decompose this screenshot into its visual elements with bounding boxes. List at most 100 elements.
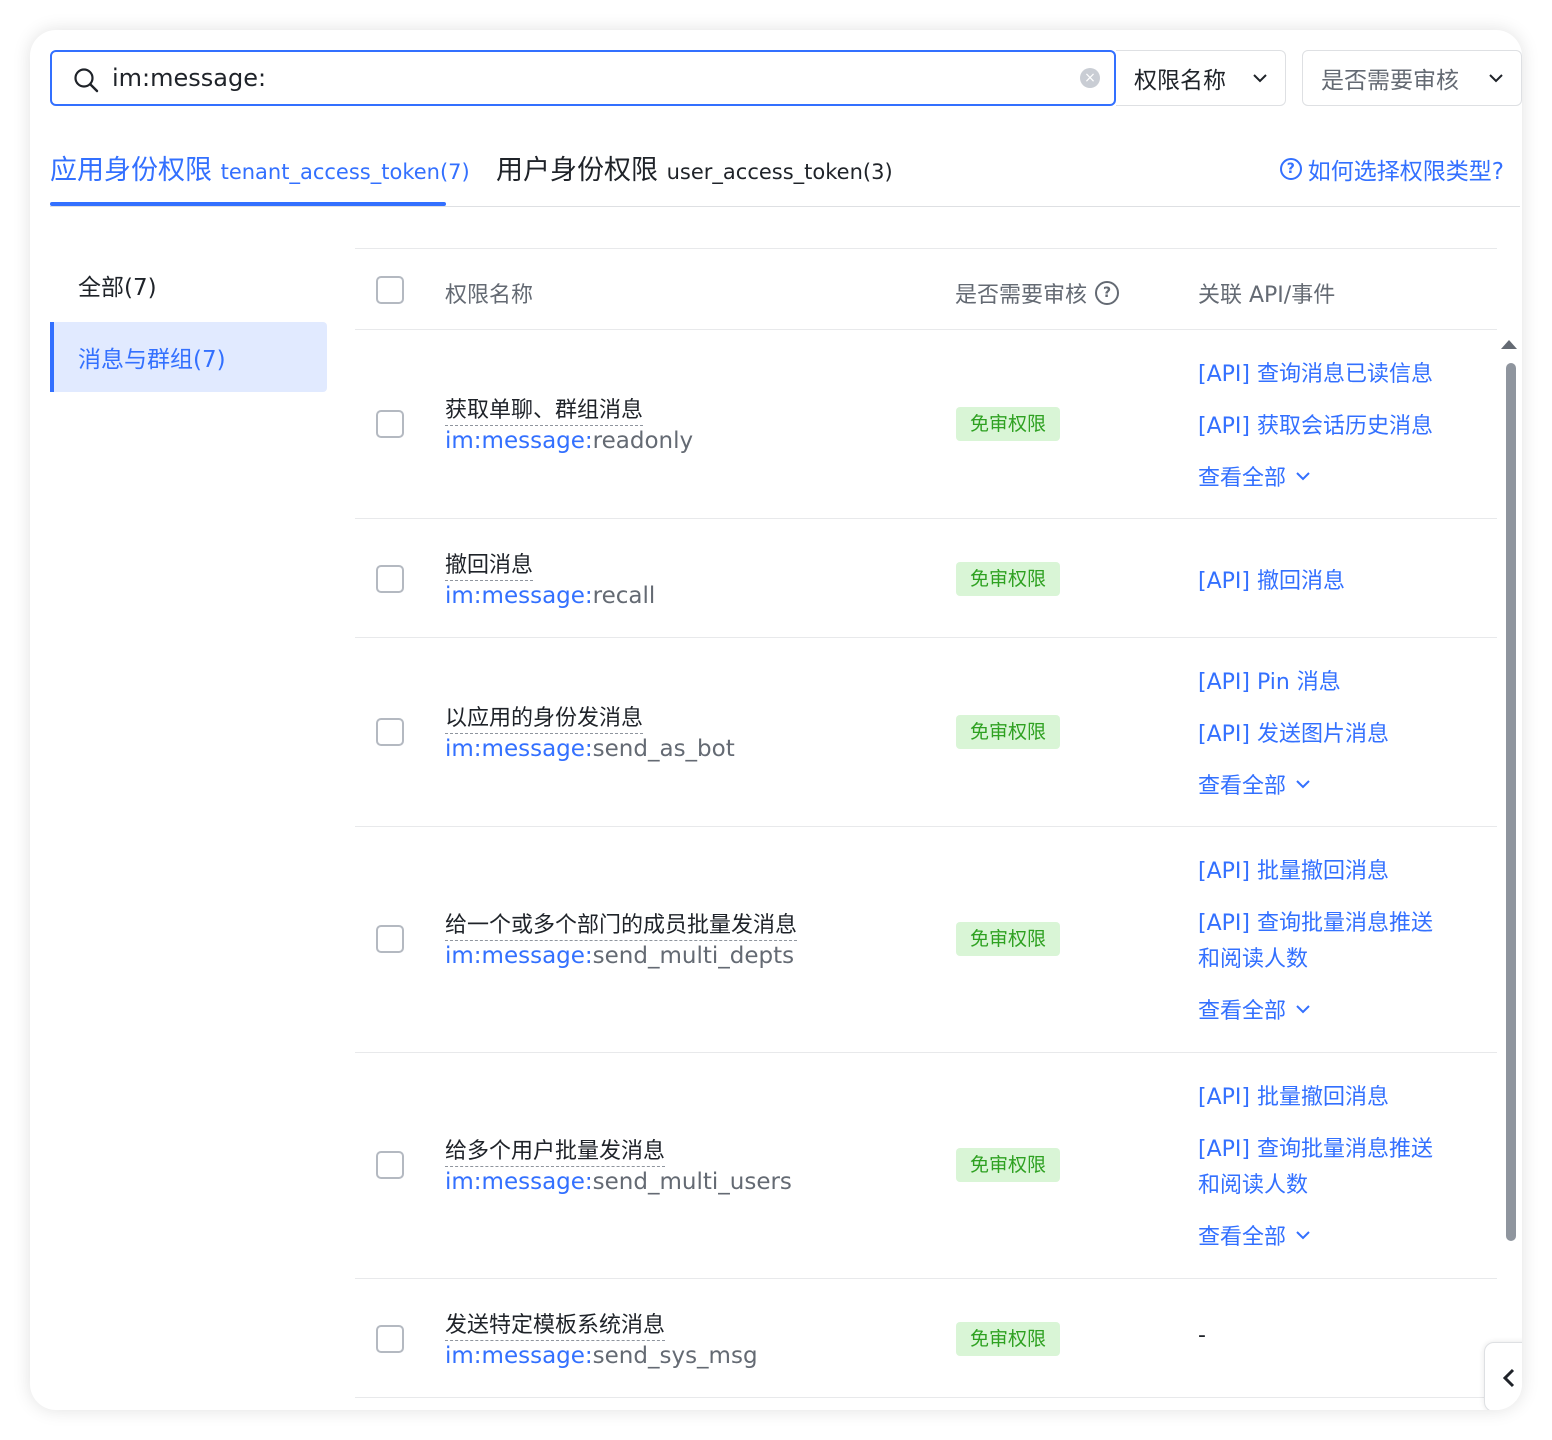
collapse-button[interactable] [1484,1342,1522,1410]
view-all-button[interactable]: 查看全部 [1198,768,1312,800]
permission-scope: im:message:send_sys_msg [445,1343,758,1369]
chevron-left-icon [1502,1368,1515,1388]
permission-title: 发送特定模板系统消息 [445,1307,666,1341]
api-link-continued[interactable]: 和阅读人数 [1198,941,1308,973]
chevron-down-icon [1253,74,1267,83]
view-all-button[interactable]: 查看全部 [1198,1219,1312,1251]
permission-scope: im:message:recall [445,583,655,609]
scope-prefix: im:message: [445,1169,593,1195]
row-checkbox[interactable] [376,718,404,746]
table-row: 发送特定模板系统消息 im:message:send_sys_msg 免审权限 … [355,1279,1497,1398]
tab-tenant-access[interactable]: 应用身份权限 tenant_access_token(7) [50,148,470,187]
table-row: 给一个或多个部门的成员批量发消息 im:message:send_multi_d… [355,827,1497,1053]
permission-title: 撤回消息 [445,547,534,581]
api-link[interactable]: [API] 批量撤回消息 [1198,1079,1389,1111]
table-row: 撤回消息 im:message:recall 免审权限 [API] 撤回消息 [355,519,1497,638]
view-all-button[interactable]: 查看全部 [1198,460,1312,492]
view-all-label: 查看全部 [1198,774,1287,799]
table-row: 以应用的身份发消息 im:message:send_as_bot 免审权限 [A… [355,638,1497,827]
permission-title: 给多个用户批量发消息 [445,1133,666,1167]
status-badge: 免审权限 [956,715,1060,749]
row-checkbox[interactable] [376,1151,404,1179]
api-link[interactable]: [API] 批量撤回消息 [1198,853,1389,885]
permission-name-select[interactable]: 权限名称 [1116,50,1286,106]
status-badge: 免审权限 [956,922,1060,956]
chevron-down-icon [1296,472,1310,481]
chevron-down-icon [1296,1231,1310,1240]
table-row: 给多个用户批量发消息 im:message:send_multi_users 免… [355,1053,1497,1279]
tab-user-access[interactable]: 用户身份权限 user_access_token(3) [496,148,893,187]
help-link-label: 如何选择权限类型? [1307,159,1504,185]
row-checkbox[interactable] [376,1325,404,1353]
api-link[interactable]: [API] Pin 消息 [1198,664,1341,696]
tab-token: user_access_token(3) [666,160,893,184]
status-badge: 免审权限 [956,1148,1060,1182]
column-header-review-label: 是否需要审核 [955,283,1088,308]
tab-label: 用户身份权限 [496,155,658,186]
permission-scope: im:message:send_as_bot [445,736,735,762]
view-all-label: 查看全部 [1198,999,1287,1024]
question-icon: ? [1279,158,1302,180]
chevron-down-icon [1489,74,1503,83]
sidebar-item-label: 全部(7) [78,275,157,301]
status-badge: 免审权限 [956,562,1060,596]
scope-prefix: im:message: [445,736,593,762]
permission-scope: im:message:send_multi_depts [445,943,794,969]
column-header-api: 关联 API/事件 [1198,283,1336,308]
question-icon[interactable]: ? [1095,281,1120,305]
view-all-button[interactable]: 查看全部 [1198,993,1312,1025]
permission-title: 给一个或多个部门的成员批量发消息 [445,907,798,941]
status-badge: 免审权限 [956,407,1060,441]
tab-label: 应用身份权限 [50,155,212,186]
api-link[interactable]: [API] 发送图片消息 [1198,716,1389,748]
api-link[interactable]: [API] 查询消息已读信息 [1198,356,1433,388]
permission-title: 以应用的身份发消息 [445,700,644,734]
scope-suffix: readonly [592,428,694,454]
permission-scope: im:message:readonly [445,428,693,454]
sidebar-item-messages-groups[interactable]: 消息与群组(7) [50,322,327,392]
search-box[interactable]: × [50,50,1116,106]
permission-scope: im:message:send_multi_users [445,1169,792,1195]
column-header-review: 是否需要审核 ? [955,277,1120,309]
review-select[interactable]: 是否需要审核 [1302,50,1522,106]
select-all-checkbox[interactable] [376,276,404,304]
help-link[interactable]: ? 如何选择权限类型? [1279,152,1504,186]
search-input[interactable] [112,52,1012,104]
row-checkbox[interactable] [376,925,404,953]
permission-title: 获取单聊、群组消息 [445,392,644,426]
chevron-down-icon [1296,780,1310,789]
scope-prefix: im:message: [445,583,593,609]
sidebar-item-all[interactable]: 全部(7) [50,250,327,320]
api-link-continued[interactable]: 和阅读人数 [1198,1167,1308,1199]
tabs-divider [50,206,1520,207]
scope-suffix: send_sys_msg [592,1343,758,1369]
table-header: 权限名称 是否需要审核 ? 关联 API/事件 [355,248,1497,330]
api-link[interactable]: [API] 查询批量消息推送 [1198,1131,1433,1163]
scope-suffix: send_multi_users [592,1169,792,1195]
permission-panel: × 权限名称 是否需要审核 应用身份权限 tenant_access_token… [30,30,1522,1410]
view-all-label: 查看全部 [1198,1225,1287,1250]
chevron-down-icon [1296,1005,1310,1014]
scope-suffix: send_multi_depts [592,943,795,969]
table-row: 获取单聊、群组消息 im:message:readonly 免审权限 [API]… [355,330,1497,519]
view-all-label: 查看全部 [1198,466,1287,491]
search-icon [74,68,99,93]
row-checkbox[interactable] [376,565,404,593]
scroll-up-arrow[interactable] [1501,340,1517,349]
review-select-label: 是否需要审核 [1321,68,1459,94]
scope-prefix: im:message: [445,428,593,454]
clear-icon[interactable]: × [1080,68,1100,88]
api-link[interactable]: [API] 获取会话历史消息 [1198,408,1433,440]
sidebar-item-label: 消息与群组(7) [78,347,226,373]
row-checkbox[interactable] [376,410,404,438]
tab-token: tenant_access_token(7) [220,160,470,184]
scope-suffix: send_as_bot [592,736,735,762]
scope-prefix: im:message: [445,1343,593,1369]
permission-name-select-label: 权限名称 [1134,68,1226,94]
api-link[interactable]: [API] 查询批量消息推送 [1198,905,1433,937]
scope-prefix: im:message: [445,943,593,969]
api-link[interactable]: [API] 撤回消息 [1198,563,1345,595]
scrollbar-thumb[interactable] [1506,363,1516,1241]
column-header-name: 权限名称 [445,283,534,308]
scope-suffix: recall [592,583,656,609]
